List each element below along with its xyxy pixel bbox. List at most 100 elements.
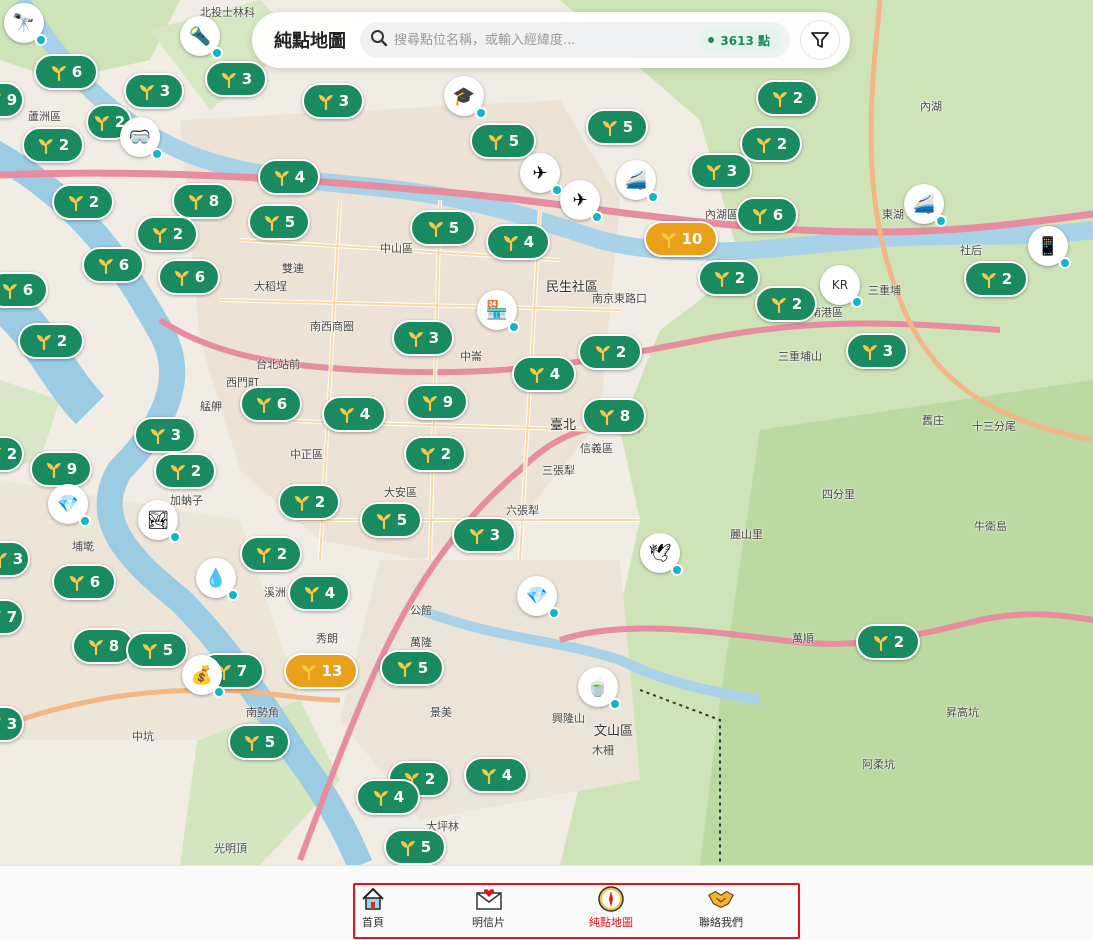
sprout-icon — [0, 611, 1, 613]
nav-item-map[interactable]: 純點地圖 — [589, 885, 633, 930]
search-box[interactable]: 3613 點 — [360, 22, 790, 58]
cluster-marker[interactable]: 2 — [136, 216, 198, 252]
status-dot-icon — [708, 37, 715, 43]
cluster-marker[interactable]: 4 — [464, 757, 528, 793]
poi-marker[interactable]: 🍵 — [578, 667, 621, 710]
cluster-marker[interactable]: 2 — [578, 334, 642, 370]
cluster-marker[interactable]: 5 — [586, 109, 648, 145]
compass-icon — [597, 885, 625, 913]
poi-status-dot — [591, 211, 603, 223]
sprout-icon — [98, 259, 113, 274]
cluster-count: 4 — [523, 233, 535, 251]
sprout-icon — [304, 587, 319, 602]
sprout-icon — [661, 233, 676, 248]
cluster-count: 4 — [393, 788, 405, 806]
search-input[interactable] — [394, 32, 699, 48]
cluster-marker[interactable]: 2 — [756, 80, 818, 116]
nav-item-home[interactable]: 首頁 — [359, 885, 387, 930]
cluster-marker[interactable]: 5 — [248, 204, 310, 240]
cluster-marker[interactable]: 2 — [22, 127, 84, 163]
sprout-icon — [873, 636, 888, 651]
poi-marker[interactable]: 🚄 — [904, 184, 947, 227]
bottom-navigation: 首頁 明信片 純點地圖 聯絡我們 — [0, 865, 1093, 940]
cluster-marker[interactable]: 6 — [82, 247, 144, 283]
poi-marker[interactable]: 🔭 — [4, 3, 47, 46]
poi-marker[interactable]: 📱 — [1028, 226, 1071, 269]
cluster-marker[interactable]: 9 — [30, 451, 92, 487]
cluster-marker[interactable]: 6 — [158, 259, 220, 295]
nav-item-postcard[interactable]: 明信片 — [472, 885, 505, 930]
cluster-marker[interactable]: 5 — [126, 632, 188, 668]
poi-marker[interactable]: 💧 — [196, 558, 239, 601]
cluster-marker[interactable]: 10 — [644, 221, 718, 257]
cluster-marker[interactable]: 5 — [410, 210, 476, 246]
cluster-marker[interactable]: 3 — [690, 153, 752, 189]
poi-marker[interactable]: 🎓 — [444, 76, 487, 119]
hat-icon: 🎓 — [452, 85, 476, 107]
cluster-marker[interactable]: 6 — [34, 54, 98, 90]
cluster-marker[interactable]: 2 — [278, 484, 340, 520]
cluster-marker[interactable]: 2 — [755, 286, 817, 322]
poi-status-dot — [475, 107, 487, 119]
cluster-marker[interactable]: 2 — [154, 453, 216, 489]
cluster-marker[interactable]: 2 — [740, 126, 802, 162]
sprout-icon — [602, 121, 617, 136]
poi-marker[interactable]: 🚄 — [616, 160, 659, 203]
poi-marker[interactable]: 🏪 — [477, 290, 520, 333]
map-view[interactable]: 北投士林科 蘆洲區 大稻埕 雙連 中山區 民生社區 南京東路口 南西商圈 台北站… — [0, 0, 1093, 865]
sprout-icon — [862, 345, 877, 360]
cluster-marker[interactable]: 4 — [322, 396, 386, 432]
cluster-marker[interactable]: 3 — [452, 517, 516, 553]
cluster-marker[interactable]: 4 — [356, 779, 420, 815]
cluster-marker[interactable]: 5 — [360, 502, 422, 538]
cluster-marker[interactable]: 4 — [512, 356, 576, 392]
airplane-icon: ✈ — [532, 162, 548, 184]
cluster-marker[interactable]: 5 — [380, 650, 444, 686]
poi-marker[interactable]: 💎 — [517, 576, 560, 619]
home-icon — [359, 885, 387, 913]
nav-item-contact[interactable]: 聯絡我們 — [699, 885, 743, 930]
cluster-marker[interactable]: 2 — [404, 436, 466, 472]
cluster-marker[interactable]: 8 — [172, 183, 234, 219]
poi-status-dot — [609, 698, 621, 710]
poi-marker[interactable]: 🕊 — [640, 533, 683, 576]
cluster-marker[interactable]: 2 — [52, 184, 114, 220]
cluster-marker[interactable]: 3 — [205, 61, 267, 97]
cluster-marker[interactable]: 4 — [486, 224, 550, 260]
filter-button[interactable] — [800, 20, 840, 60]
poi-marker[interactable]: 💎 — [48, 484, 91, 527]
poi-marker[interactable]: ✈ — [520, 153, 563, 196]
cluster-marker[interactable]: 2 — [240, 536, 302, 572]
cluster-marker[interactable]: 6 — [52, 564, 116, 600]
cluster-marker[interactable]: 2 — [856, 624, 920, 660]
cluster-marker[interactable]: 5 — [470, 123, 536, 159]
cluster-marker[interactable]: 5 — [384, 829, 446, 865]
poi-marker[interactable]: ✈ — [560, 180, 603, 223]
cluster-marker[interactable]: 6 — [240, 386, 302, 422]
cluster-marker[interactable]: 4 — [258, 159, 320, 195]
cluster-marker[interactable]: 3 — [392, 320, 454, 356]
cluster-marker[interactable]: 9 — [406, 384, 468, 420]
cluster-marker[interactable]: 4 — [288, 575, 350, 611]
cluster-marker[interactable]: 5 — [228, 724, 290, 760]
cluster-marker[interactable]: 2 — [698, 260, 760, 296]
cluster-marker[interactable]: 3 — [302, 83, 364, 119]
cluster-marker[interactable]: 3 — [124, 73, 184, 109]
poi-marker[interactable]: 🏞 — [138, 500, 181, 543]
poi-marker[interactable]: 🥽 — [120, 117, 163, 160]
sprout-icon — [2, 284, 17, 299]
cluster-count: 3 — [12, 550, 24, 568]
cluster-marker[interactable]: 2 — [964, 261, 1028, 297]
cluster-marker[interactable]: 6 — [0, 272, 48, 308]
cluster-marker[interactable]: 3 — [134, 417, 196, 453]
cluster-marker[interactable]: 6 — [736, 197, 798, 233]
sprout-icon — [152, 228, 167, 243]
cluster-marker[interactable]: 2 — [18, 323, 84, 359]
poi-marker[interactable]: KR — [820, 265, 863, 308]
poi-marker[interactable]: 🔦 — [180, 16, 223, 59]
poi-marker[interactable]: 💰 — [182, 655, 225, 698]
cluster-marker[interactable]: 8 — [582, 398, 646, 434]
cluster-marker[interactable]: 8 — [72, 628, 134, 664]
cluster-marker[interactable]: 13 — [284, 653, 358, 689]
cluster-marker[interactable]: 3 — [846, 333, 908, 369]
